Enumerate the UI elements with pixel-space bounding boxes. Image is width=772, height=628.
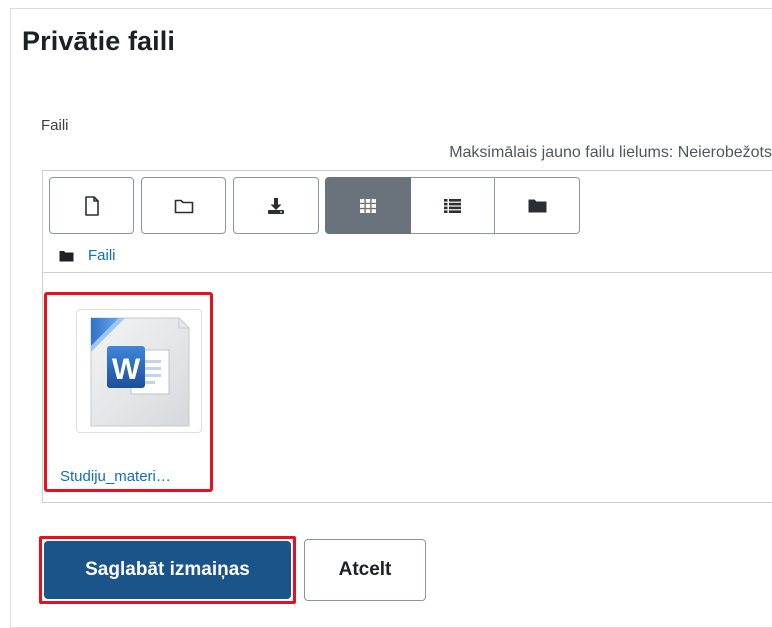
download-icon (268, 197, 284, 214)
file-icon (84, 195, 99, 216)
folder-icon (59, 250, 74, 261)
file-name[interactable]: Studiju_materi… (60, 468, 171, 485)
file-item[interactable]: W Studiju_materi… (44, 292, 213, 492)
save-changes-button[interactable]: Saglabāt izmaiņas (39, 536, 296, 604)
save-changes-label: Saglabāt izmaiņas (44, 541, 291, 599)
page-title: Privātie faili (22, 26, 175, 56)
breadcrumb: Faili (59, 247, 116, 264)
view-icons-toggle[interactable] (325, 177, 411, 234)
view-list-toggle[interactable] (411, 177, 495, 234)
svg-text:W: W (112, 353, 141, 386)
file-manager: Faili W Studiju_materi… (42, 170, 772, 503)
file-thumbnail[interactable]: W (76, 309, 202, 433)
add-file-button[interactable] (49, 177, 134, 234)
cancel-button[interactable]: Atcelt (304, 539, 426, 601)
files-field-label: Faili (41, 117, 69, 134)
file-manager-header: Faili (43, 171, 772, 273)
view-tree-toggle[interactable] (495, 177, 580, 234)
tree-view-icon (528, 199, 546, 213)
breadcrumb-link-faili[interactable]: Faili (88, 247, 116, 264)
max-file-size-note: Maksimālais jauno failu lielums: Neierob… (449, 144, 772, 161)
list-view-icon (444, 198, 461, 213)
download-all-button[interactable] (233, 177, 319, 234)
word-document-icon: W (90, 316, 191, 427)
folder-icon (174, 199, 193, 213)
create-folder-button[interactable] (141, 177, 226, 234)
grid-view-icon (360, 198, 376, 213)
